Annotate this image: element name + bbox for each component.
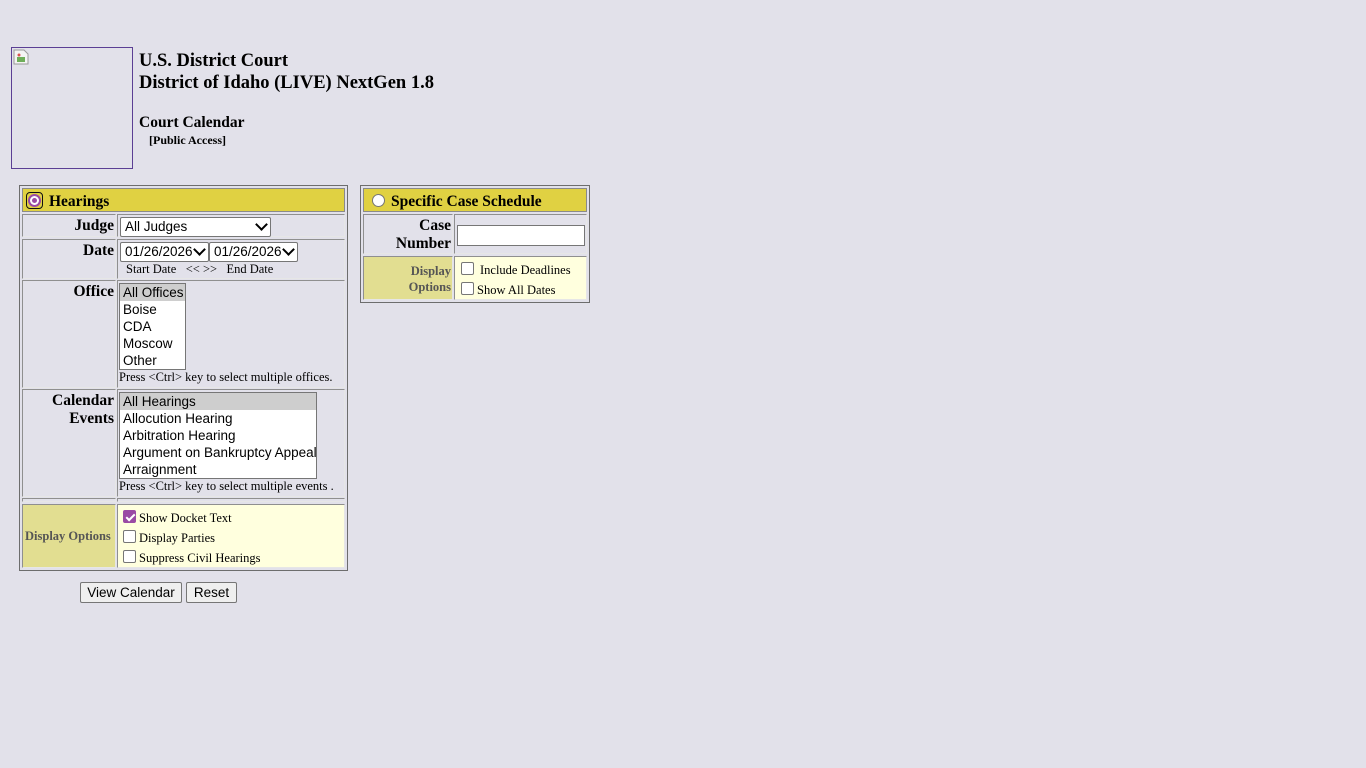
display-parties-label: Display Parties	[139, 531, 216, 545]
end-date-select[interactable]: 01/26/2026	[209, 242, 298, 262]
case-display-options-line2: Options	[408, 280, 451, 294]
case-display-options-line1: Display	[410, 264, 451, 278]
case-number-label: Case Number	[396, 217, 451, 253]
event-option[interactable]: Argument on Bankruptcy Appeal	[120, 444, 316, 461]
office-label-cell: Office	[22, 280, 116, 388]
broken-image-icon	[13, 49, 29, 65]
office-option[interactable]: Other	[120, 352, 185, 369]
chevron-down-icon	[255, 218, 268, 231]
start-date-caption: Start Date	[126, 262, 177, 276]
date-value-cell: 01/26/2026 01/26/2026 Start Date << >> E…	[117, 239, 345, 279]
spacer-cell-left	[22, 498, 116, 502]
display-options-cell: Show Docket Text Display Parties Suppres…	[117, 504, 345, 568]
case-number-value-cell	[454, 214, 587, 254]
event-option[interactable]: Arraignment	[120, 461, 316, 478]
events-label-line2: Events	[69, 410, 114, 427]
hearings-radio[interactable]	[28, 194, 41, 207]
case-schedule-panel: Specific Case Schedule Case Number Displ…	[360, 185, 590, 303]
office-listbox[interactable]: All Offices Boise CDA Moscow Other	[119, 283, 186, 370]
show-all-dates-label: Show All Dates	[477, 283, 556, 297]
page-title: Court Calendar	[139, 114, 245, 131]
case-schedule-radio-label: Specific Case Schedule	[391, 193, 542, 210]
end-date-caption: End Date	[226, 262, 274, 276]
event-option[interactable]: Arbitration Hearing	[120, 427, 316, 444]
spacer-cell-right	[117, 498, 345, 502]
view-calendar-button[interactable]: View Calendar	[80, 582, 182, 603]
case-number-label-cell: Case Number	[363, 214, 453, 254]
judge-label-cell: Judge	[22, 214, 116, 237]
next-range-link[interactable]: >>	[203, 262, 217, 276]
case-display-options-label-cell: Display Options	[363, 256, 453, 300]
court-name: U.S. District Court District of Idaho (L…	[139, 50, 434, 94]
event-option[interactable]: Allocution Hearing	[120, 410, 316, 427]
case-number-label-line2: Number	[395, 235, 451, 252]
events-label: Calendar Events	[52, 392, 114, 428]
office-hint: Press <Ctrl> key to select multiple offi…	[119, 370, 333, 384]
court-name-line2: District of Idaho (LIVE) NextGen 1.8	[139, 73, 434, 93]
court-logo-image	[11, 47, 133, 169]
events-label-cell: Calendar Events	[22, 389, 116, 497]
office-option[interactable]: CDA	[120, 318, 185, 335]
case-number-label-line1: Case	[419, 217, 451, 234]
judge-label: Judge	[74, 217, 114, 234]
office-value-cell: All Offices Boise CDA Moscow Other Press…	[117, 280, 345, 388]
case-schedule-radio[interactable]	[372, 194, 385, 207]
suppress-civil-label: Suppress Civil Hearings	[139, 551, 261, 565]
access-label: [Public Access]	[149, 133, 226, 147]
prev-range-link[interactable]: <<	[186, 262, 200, 276]
judge-value-cell: All Judges	[117, 214, 345, 237]
end-date-value: 01/26/2026	[214, 244, 282, 259]
hearings-panel: Hearings Judge All Judges Date 01/26/202…	[19, 185, 348, 571]
show-all-dates-checkbox[interactable]	[461, 282, 474, 295]
judge-select-value: All Judges	[125, 219, 188, 234]
chevron-down-icon	[282, 243, 295, 256]
show-docket-text-checkbox[interactable]	[123, 510, 136, 523]
events-value-cell: All Hearings Allocution Hearing Arbitrat…	[117, 389, 345, 497]
date-captions: Start Date << >> End Date	[126, 262, 273, 277]
judge-select[interactable]: All Judges	[120, 217, 271, 237]
events-listbox[interactable]: All Hearings Allocution Hearing Arbitrat…	[119, 392, 317, 479]
events-hint: Press <Ctrl> key to select multiple even…	[119, 479, 334, 493]
case-schedule-header: Specific Case Schedule	[363, 188, 587, 212]
start-date-select[interactable]: 01/26/2026	[120, 242, 209, 262]
hearings-radio-label: Hearings	[49, 193, 110, 210]
case-display-options-cell: Include Deadlines Show All Dates	[454, 256, 587, 300]
include-deadlines-checkbox[interactable]	[461, 262, 474, 275]
office-option[interactable]: Boise	[120, 301, 185, 318]
chevron-down-icon	[193, 243, 206, 256]
date-label: Date	[83, 242, 114, 259]
case-display-options-label: Display Options	[409, 263, 451, 295]
display-parties-checkbox[interactable]	[123, 530, 136, 543]
hearings-header: Hearings	[22, 188, 345, 212]
display-options-label: Display Options	[25, 529, 111, 543]
display-options-label-cell: Display Options	[22, 504, 116, 568]
include-deadlines-label: Include Deadlines	[480, 263, 571, 277]
court-name-line1: U.S. District Court	[139, 51, 289, 71]
suppress-civil-checkbox[interactable]	[123, 550, 136, 563]
events-label-line1: Calendar	[52, 392, 114, 409]
event-option[interactable]: All Hearings	[120, 393, 316, 410]
office-label: Office	[73, 283, 114, 300]
office-option[interactable]: Moscow	[120, 335, 185, 352]
start-date-value: 01/26/2026	[125, 244, 193, 259]
office-option[interactable]: All Offices	[120, 284, 185, 301]
reset-button[interactable]: Reset	[186, 582, 237, 603]
show-docket-text-label: Show Docket Text	[139, 511, 232, 525]
date-label-cell: Date	[22, 239, 116, 279]
case-number-input[interactable]	[457, 225, 585, 246]
